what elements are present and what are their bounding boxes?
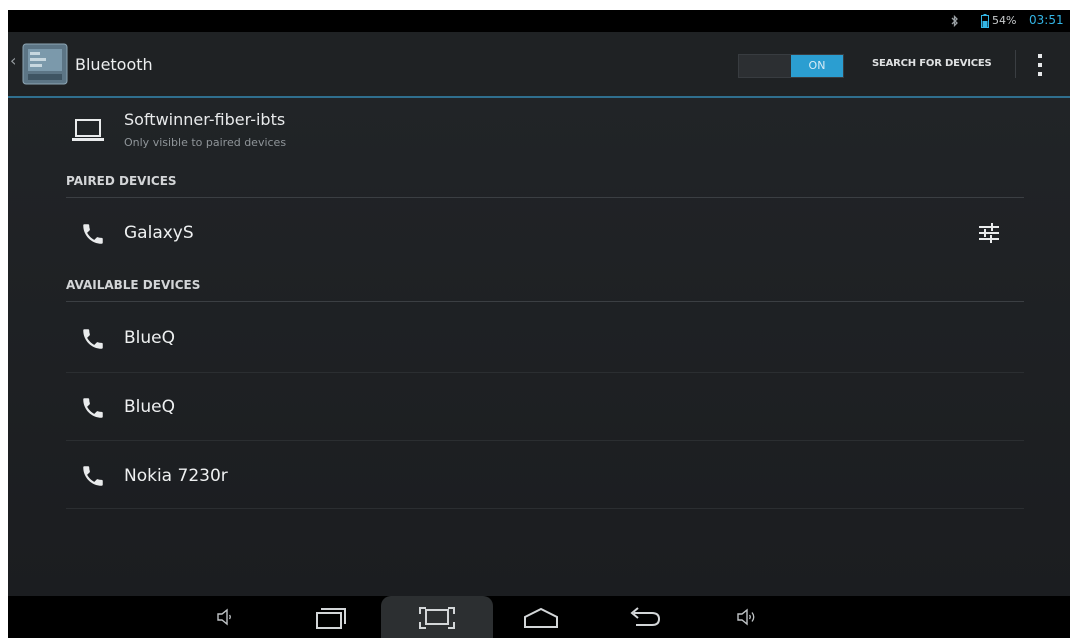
device-name: Nokia 7230r bbox=[124, 466, 228, 486]
paired-device-row[interactable]: GalaxyS bbox=[66, 198, 1024, 268]
this-device-row[interactable]: Softwinner-fiber-ibts Only visible to pa… bbox=[66, 98, 1024, 160]
settings-app-icon bbox=[22, 43, 68, 85]
battery-percent: 54% bbox=[992, 14, 1017, 27]
back-icon[interactable] bbox=[626, 606, 662, 630]
page-title: Bluetooth bbox=[75, 55, 153, 74]
this-device-name: Softwinner-fiber-ibts bbox=[124, 110, 286, 129]
this-device-visibility: Only visible to paired devices bbox=[124, 136, 287, 149]
status-time: 03:51 bbox=[1029, 13, 1064, 27]
available-devices-header: AVAILABLE DEVICES bbox=[66, 278, 201, 292]
available-device-row[interactable]: BlueQ bbox=[66, 302, 1024, 372]
row-divider bbox=[66, 508, 1024, 509]
phone-icon bbox=[83, 224, 103, 244]
bluetooth-toggle[interactable]: ON bbox=[738, 54, 844, 78]
search-for-devices-button[interactable]: SEARCH FOR DEVICES bbox=[872, 58, 992, 69]
screenshot-icon bbox=[419, 607, 455, 629]
volume-down-icon[interactable] bbox=[216, 608, 234, 626]
bluetooth-device-list: Softwinner-fiber-ibts Only visible to pa… bbox=[8, 98, 1070, 596]
available-device-row[interactable]: BlueQ bbox=[66, 373, 1024, 440]
toggle-state-label: ON bbox=[808, 59, 826, 72]
paired-devices-header: PAIRED DEVICES bbox=[66, 174, 177, 188]
recent-apps-icon[interactable] bbox=[314, 606, 348, 630]
up-button[interactable]: ‹ bbox=[8, 38, 74, 90]
chevron-left-icon: ‹ bbox=[10, 51, 17, 70]
device-name: BlueQ bbox=[124, 397, 175, 417]
home-icon[interactable] bbox=[522, 606, 560, 630]
available-device-row[interactable]: Nokia 7230r bbox=[66, 441, 1024, 508]
bluetooth-status-icon bbox=[951, 14, 958, 28]
device-name: BlueQ bbox=[124, 328, 175, 348]
screenshot-button[interactable] bbox=[381, 596, 493, 638]
laptop-icon bbox=[72, 119, 104, 141]
android-screen: 54% 03:51 ‹ Bluetooth ON SEARCH FOR DEVI… bbox=[8, 10, 1070, 638]
action-bar: ‹ Bluetooth ON SEARCH FOR DEVICES bbox=[8, 32, 1070, 98]
overflow-menu-icon[interactable] bbox=[1036, 52, 1044, 78]
battery-icon bbox=[981, 14, 989, 28]
status-bar: 54% 03:51 bbox=[8, 10, 1070, 32]
volume-up-icon[interactable] bbox=[736, 608, 758, 626]
action-divider bbox=[1015, 50, 1016, 78]
device-settings-icon[interactable] bbox=[976, 220, 1002, 246]
navigation-bar bbox=[8, 596, 1070, 638]
phone-icon bbox=[83, 329, 103, 349]
phone-icon bbox=[83, 398, 103, 418]
phone-icon bbox=[83, 466, 103, 486]
device-name: GalaxyS bbox=[124, 223, 194, 243]
